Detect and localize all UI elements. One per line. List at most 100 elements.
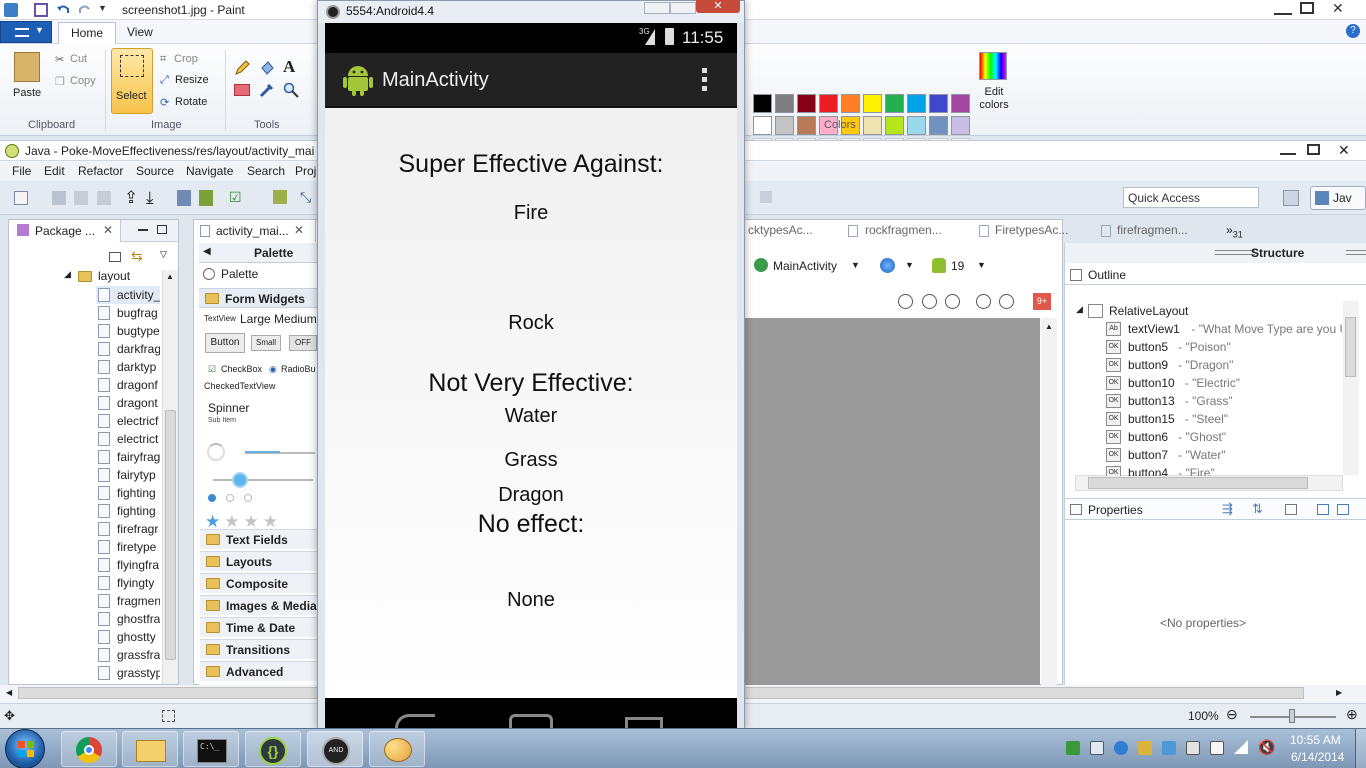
emulator-minimize-button[interactable] [644, 2, 670, 14]
paint-file-menu-button[interactable]: ▼ [0, 21, 52, 43]
close-icon[interactable]: ✕ [294, 223, 304, 237]
palette-category[interactable]: Composite [200, 573, 318, 593]
color-swatch[interactable] [907, 94, 926, 113]
sdk-manager-icon[interactable] [177, 190, 191, 206]
canvas-vertical-scrollbar[interactable]: ▲ [1041, 318, 1057, 685]
close-icon[interactable]: ✕ [103, 223, 113, 237]
outline-item[interactable]: OK button7 - "Water" [1106, 446, 1342, 464]
color-swatch[interactable] [775, 116, 794, 135]
color-swatch[interactable] [797, 94, 816, 113]
zoom-real-icon[interactable] [945, 294, 960, 309]
move-icon[interactable]: ✥ [4, 708, 15, 724]
tray-icon-7[interactable] [1210, 741, 1224, 755]
overflow-tabs-button[interactable]: »31 [1226, 223, 1243, 239]
cut-button[interactable]: Cut [70, 53, 87, 65]
toolbar-tool-icon[interactable] [760, 191, 772, 203]
rainbow-icon[interactable] [979, 52, 1007, 80]
api-level-selector[interactable]: 19 [951, 259, 964, 273]
link-editor-icon[interactable]: ⇆ [131, 248, 143, 265]
advanced-properties-icon[interactable] [1285, 504, 1297, 515]
select-button[interactable]: Select [111, 48, 153, 114]
layout-file-item[interactable]: flyingty [96, 574, 160, 592]
menu-edit[interactable]: Edit [44, 164, 65, 178]
checkmark-icon[interactable]: ☑ [229, 189, 242, 206]
fill-bucket-icon[interactable] [259, 60, 275, 76]
chevron-down-icon[interactable]: ▼ [851, 260, 860, 270]
scroll-right-icon[interactable]: ▶ [1336, 688, 1342, 697]
undo-icon[interactable] [56, 3, 70, 17]
layout-file-item[interactable]: ghostty [96, 628, 160, 646]
crop-button[interactable]: Crop [174, 53, 198, 65]
show-desktop-button[interactable] [1355, 729, 1366, 768]
outline-item[interactable]: OK button15 - "Steel" [1106, 410, 1342, 428]
scroll-thumb[interactable] [1088, 477, 1308, 489]
expand-all-icon[interactable] [1317, 504, 1329, 515]
taskbar-emulator-button[interactable]: AND [307, 731, 363, 767]
zoom-out-button[interactable]: ⊖ [1226, 706, 1238, 723]
layout-file-item[interactable]: darkfrag [96, 340, 160, 358]
collapse-all-icon[interactable] [109, 252, 121, 262]
widget-radio-button[interactable]: RadioBu [281, 364, 316, 374]
outline-vertical-scrollbar[interactable] [1343, 301, 1359, 475]
palette-category[interactable]: Layouts [200, 551, 318, 571]
edit-colors-button[interactable]: Edit colors [978, 86, 1010, 112]
layout-file-item[interactable]: bugfrag [96, 304, 160, 322]
export-icon[interactable]: ⇪ [124, 188, 138, 208]
zoom-slider-thumb[interactable] [1289, 709, 1295, 723]
tray-icon-2[interactable] [1090, 741, 1104, 755]
copy-button[interactable]: Copy [70, 75, 96, 87]
scroll-thumb[interactable] [165, 410, 176, 660]
color-swatch[interactable] [797, 116, 816, 135]
zoom-minus-icon[interactable] [976, 294, 991, 309]
print-icon[interactable] [97, 191, 111, 205]
menu-source[interactable]: Source [136, 164, 174, 178]
paste-icon[interactable] [14, 52, 40, 82]
tab-firetypes-activity[interactable]: FiretypesAc... [995, 223, 1068, 237]
eclipse-minimize-button[interactable] [1280, 147, 1296, 155]
taskbar-explorer-button[interactable] [122, 731, 178, 767]
layout-file-item[interactable]: firefragr [96, 520, 160, 538]
expand-arrow-icon[interactable]: ◢ [64, 269, 71, 280]
java-perspective-button[interactable]: Jav [1310, 186, 1366, 210]
widget-spinner[interactable]: Spinner [208, 401, 249, 415]
collapse-all-icon[interactable] [1337, 504, 1349, 515]
zoom-plus-icon[interactable] [999, 294, 1014, 309]
tab-activity-main-xml[interactable]: activity_mai... ✕ [194, 220, 316, 242]
home-button-icon[interactable] [509, 714, 553, 729]
tray-icon-1[interactable] [1066, 741, 1080, 755]
layout-file-item[interactable]: activity_ [96, 286, 160, 304]
eraser-icon[interactable] [234, 84, 250, 96]
color-swatch[interactable] [907, 116, 926, 135]
color-swatch[interactable] [951, 116, 970, 135]
outline-item[interactable]: OK button5 - "Poison" [1106, 338, 1342, 356]
layout-file-item[interactable]: fragmen [96, 592, 160, 610]
resize-button[interactable]: Resize [175, 74, 209, 86]
maximize-view-icon[interactable] [157, 225, 167, 234]
tab-rocktypes-activity[interactable]: cktypesAc... [748, 223, 813, 237]
help-icon[interactable]: ? [1346, 24, 1360, 38]
color-swatch[interactable] [775, 94, 794, 113]
pencil-icon[interactable] [234, 60, 250, 76]
start-orb-button[interactable] [5, 729, 45, 768]
save-all-icon[interactable] [74, 191, 88, 205]
outline-item[interactable]: OK button4 - "Fire" [1106, 464, 1342, 476]
scroll-thumb[interactable] [1345, 317, 1356, 377]
customize-dropdown-icon[interactable]: ▼ [98, 3, 112, 17]
widget-seekbar[interactable] [213, 479, 313, 481]
widget-ratingbar[interactable]: ★★★★ [205, 512, 282, 528]
layout-file-item[interactable]: dragont [96, 394, 160, 412]
color-swatch[interactable] [863, 94, 882, 113]
color-swatch[interactable] [885, 94, 904, 113]
tray-icon-4[interactable] [1138, 741, 1152, 755]
volume-muted-icon[interactable]: 🔇 [1258, 739, 1275, 756]
layout-file-item[interactable]: grassfra [96, 646, 160, 664]
color-swatch[interactable] [753, 116, 772, 135]
chevron-down-icon[interactable]: ▼ [905, 260, 914, 270]
eclipse-restore-button[interactable] [1307, 144, 1320, 155]
outline-horizontal-scrollbar[interactable] [1075, 475, 1343, 491]
open-perspective-icon[interactable] [1283, 190, 1299, 206]
layout-file-item[interactable]: electricf [96, 412, 160, 430]
menu-file[interactable]: File [12, 164, 31, 178]
color-swatch[interactable] [753, 94, 772, 113]
paint-close-button[interactable]: ✕ [1332, 0, 1344, 17]
